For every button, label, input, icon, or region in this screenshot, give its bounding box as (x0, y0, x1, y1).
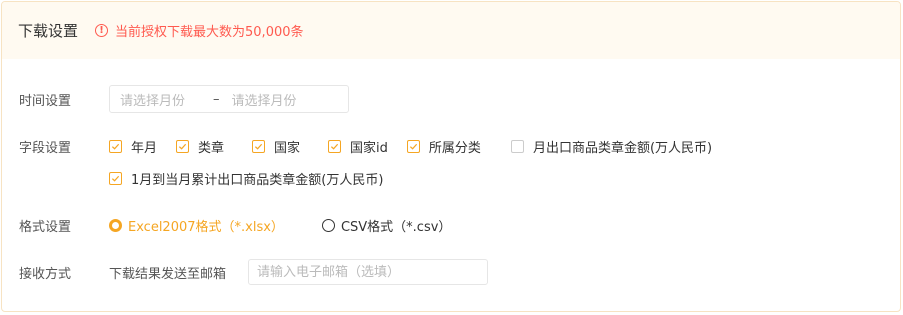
field-checkbox-list: 年月 类章 国家 国家id 所属分类 月出口商品类章金额(万人民币) (109, 137, 712, 156)
send-to-email-text: 下载结果发送至邮箱 (109, 266, 227, 282)
field-checkbox[interactable]: 所属分类 (406, 137, 481, 156)
format-radio-option[interactable]: CSV格式（*.csv） (321, 216, 452, 235)
month-range-picker[interactable]: 请选择月份 – 请选择月份 (109, 85, 349, 113)
end-month-input[interactable]: 请选择月份 (232, 90, 297, 109)
format-settings-row: 格式设置 Excel2007格式（*.xlsx） CSV格式（*.csv） (19, 216, 489, 235)
field-checkbox-label: 年月 (131, 141, 158, 156)
receive-method-label: 接收方式 (19, 266, 72, 282)
panel-title: 下载设置 (18, 22, 79, 40)
field-checkbox-label: 所属分类 (428, 141, 481, 156)
format-radio-label: CSV格式（*.csv） (340, 220, 452, 235)
field-checkbox[interactable]: 年月 (109, 137, 157, 156)
field-checkbox-label: 月出口商品类章金额(万人民币) (532, 141, 713, 156)
start-month-input[interactable]: 请选择月份 (120, 90, 185, 109)
warning-text: 当前授权下载最大数为50,000条 (115, 25, 304, 40)
panel-header: 下载设置 ! 当前授权下载最大数为50,000条 (2, 2, 900, 59)
checkbox-checked-icon[interactable] (406, 140, 420, 153)
checkbox-checked-icon[interactable] (176, 140, 190, 153)
time-settings-row: 时间设置 请选择月份 – 请选择月份 (19, 85, 349, 113)
checkbox-unchecked-icon[interactable] (510, 140, 524, 153)
field-settings-row-2: 1月到当月累计出口商品类章金额(万人民币) (109, 169, 402, 188)
field-checkbox[interactable]: 类章 (176, 137, 224, 156)
field-checkbox[interactable]: 国家 (252, 137, 300, 156)
field-settings-label: 字段设置 (19, 141, 72, 156)
format-radio-label: Excel2007格式（*.xlsx） (128, 220, 284, 235)
time-settings-label: 时间设置 (19, 93, 72, 109)
radio-selected-icon[interactable] (109, 219, 122, 232)
field-checkbox-label: 类章 (198, 141, 225, 156)
field-checkbox-label: 1月到当月累计出口商品类章金额(万人民币) (131, 173, 384, 188)
radio-unselected-icon[interactable] (321, 219, 335, 232)
field-checkbox-label: 国家id (350, 141, 388, 156)
field-checkbox-list-2: 1月到当月累计出口商品类章金额(万人民币) (109, 169, 402, 188)
field-settings-row: 字段设置 年月 类章 国家 国家id 所属分类 月出口商品类章金额(万人民币) (19, 137, 712, 156)
format-radio-option[interactable]: Excel2007格式（*.xlsx） (109, 216, 284, 235)
field-checkbox[interactable]: 1月到当月累计出口商品类章金额(万人民币) (109, 169, 383, 188)
format-settings-label: 格式设置 (19, 220, 72, 235)
checkbox-checked-icon[interactable] (252, 140, 266, 153)
field-checkbox[interactable]: 国家id (328, 137, 388, 156)
receive-method-row: 接收方式 下载结果发送至邮箱 (19, 259, 489, 285)
field-checkbox-label: 国家 (274, 141, 301, 156)
email-input[interactable] (248, 259, 489, 285)
range-separator: – (213, 91, 220, 107)
checkbox-checked-icon[interactable] (328, 140, 342, 153)
checkbox-checked-icon[interactable] (109, 140, 122, 153)
alert-circle-icon: ! (95, 24, 109, 37)
download-settings-panel: 下载设置 ! 当前授权下载最大数为50,000条 时间设置 请选择月份 – 请选… (1, 1, 901, 312)
checkbox-checked-icon[interactable] (109, 172, 122, 185)
format-radio-group: Excel2007格式（*.xlsx） CSV格式（*.csv） (109, 216, 489, 235)
download-limit-warning: ! 当前授权下载最大数为50,000条 (95, 21, 304, 40)
field-checkbox[interactable]: 月出口商品类章金额(万人民币) (510, 137, 713, 156)
